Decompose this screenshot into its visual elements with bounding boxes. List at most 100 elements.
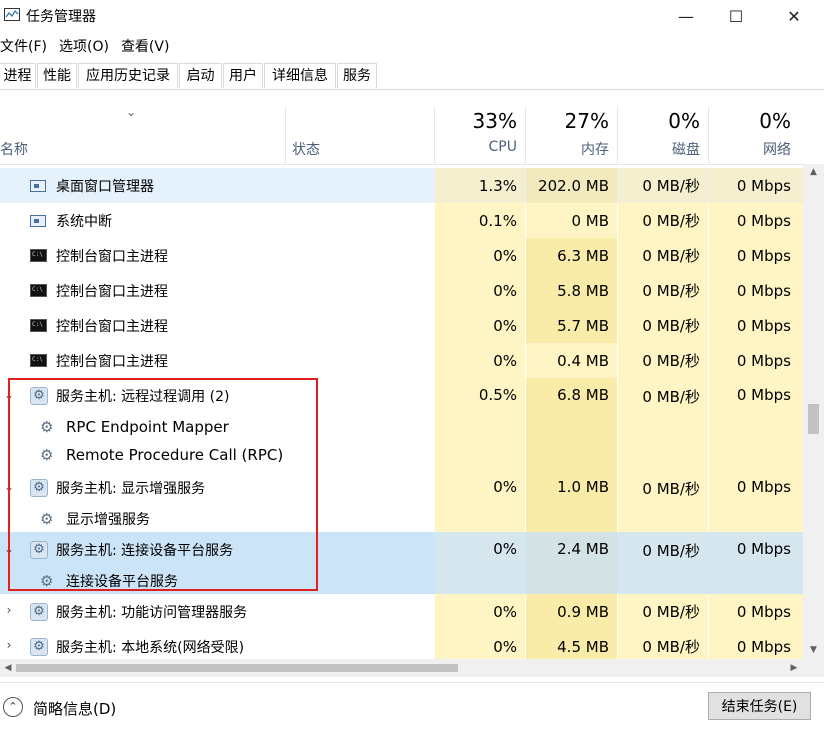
process-name: 控制台窗口主进程 <box>56 248 168 265</box>
memory-cell: 5.7 MB <box>526 308 617 343</box>
service-item[interactable]: ⚙ 显示增强服务 <box>40 505 150 533</box>
collapse-chevron-icon[interactable]: ⌄ <box>3 542 15 556</box>
disk-cell: 0 MB/秒 <box>618 238 708 273</box>
process-group: ⌄ ⚙ 服务主机: 远程过程调用 (2) ⚙ RPC Endpoint Mapper… <box>0 378 803 470</box>
service-name: 连接设备平台服务 <box>66 574 178 590</box>
process-name: 控制台窗口主进程 <box>56 353 168 370</box>
expand-chevron-icon[interactable]: › <box>3 638 15 652</box>
memory-cell: 4.5 MB <box>526 629 617 659</box>
console-icon: C:\ <box>30 249 47 262</box>
process-row[interactable]: 桌面窗口管理器 1.3% 202.0 MB 0 MB/秒 0 Mbps <box>0 168 803 203</box>
memory-cell: 5.8 MB <box>526 273 617 308</box>
tab-app-history[interactable]: 应用历史记录 <box>78 63 178 88</box>
collapse-chevron-icon[interactable]: ⌄ <box>3 480 15 494</box>
sort-chevron-icon[interactable]: ⌄ <box>126 105 136 119</box>
process-group: ⌄ ⚙ 服务主机: 连接设备平台服务 ⚙ 连接设备平台服务 0% 2.4 MB 0 … <box>0 532 803 594</box>
service-item[interactable]: ⚙ RPC Endpoint Mapper <box>40 413 229 441</box>
network-cell: 0 Mbps <box>709 343 803 378</box>
disk-total-percent: 0% <box>668 109 700 133</box>
vertical-scroll-thumb[interactable] <box>808 404 819 434</box>
tab-details[interactable]: 详细信息 <box>264 63 336 88</box>
collapse-up-icon[interactable]: ⌃ <box>3 697 23 717</box>
cpu-cell: 1.3% <box>435 168 525 203</box>
process-row[interactable]: › ⚙ 服务主机: 功能访问管理器服务 0% 0.9 MB 0 MB/秒 0 Mb… <box>0 594 803 629</box>
menu-options[interactable]: 选项(O) <box>59 36 109 58</box>
title-bar: 任务管理器 — ☐ ✕ <box>0 0 824 32</box>
end-task-button[interactable]: 结束任务(E) <box>708 692 811 720</box>
network-cell: 0 Mbps <box>709 273 803 308</box>
tab-performance[interactable]: 性能 <box>37 63 77 88</box>
process-name: 控制台窗口主进程 <box>56 283 168 300</box>
tab-services[interactable]: 服务 <box>337 63 377 88</box>
tab-startup[interactable]: 启动 <box>179 63 222 88</box>
column-disk-header[interactable]: 0% 磁盘 <box>618 89 708 164</box>
service-name: 显示增强服务 <box>66 512 150 528</box>
network-cell: 0 Mbps <box>709 378 803 470</box>
process-row[interactable]: 系统中断 0.1% 0 MB 0 MB/秒 0 Mbps <box>0 203 803 238</box>
process-name: 服务主机: 远程过程调用 (2) <box>56 388 230 405</box>
scroll-up-arrow-icon[interactable]: ▲ <box>803 164 824 181</box>
cpu-cell: 0.5% <box>435 378 525 470</box>
console-icon: C:\ <box>30 319 47 332</box>
collapse-chevron-icon[interactable]: ⌄ <box>3 388 15 402</box>
service-gears-icon: ⚙ <box>40 572 54 590</box>
process-row[interactable]: C:\ 控制台窗口主进程 0% 0.4 MB 0 MB/秒 0 Mbps <box>0 343 803 378</box>
column-name-header[interactable]: 名称 <box>0 139 28 159</box>
minimize-button[interactable]: — <box>660 0 712 32</box>
column-cpu-header[interactable]: 33% CPU <box>435 89 525 164</box>
fewer-details-link[interactable]: 简略信息(D) <box>33 698 116 719</box>
process-row[interactable]: C:\ 控制台窗口主进程 0% 6.3 MB 0 MB/秒 0 Mbps <box>0 238 803 273</box>
process-name: 桌面窗口管理器 <box>56 178 154 195</box>
process-row[interactable]: C:\ 控制台窗口主进程 0% 5.7 MB 0 MB/秒 0 Mbps <box>0 308 803 343</box>
menu-file[interactable]: 文件(F) <box>0 36 47 58</box>
service-gears-icon: ⚙ <box>40 446 54 464</box>
process-list: 桌面窗口管理器 1.3% 202.0 MB 0 MB/秒 0 Mbps 系统中断… <box>0 165 803 659</box>
disk-label: 磁盘 <box>672 142 700 158</box>
menu-view[interactable]: 查看(V) <box>121 36 170 58</box>
tab-users[interactable]: 用户 <box>223 63 263 88</box>
process-row[interactable]: C:\ 控制台窗口主进程 0% 5.8 MB 0 MB/秒 0 Mbps <box>0 273 803 308</box>
console-icon: C:\ <box>30 284 47 297</box>
column-divider <box>285 107 286 163</box>
memory-cell: 0 MB <box>526 203 617 238</box>
horizontal-scroll-thumb[interactable] <box>16 664 458 672</box>
service-item[interactable]: ⚙ Remote Procedure Call (RPC) <box>40 441 283 469</box>
disk-cell: 0 MB/秒 <box>618 629 708 659</box>
memory-cell: 6.3 MB <box>526 238 617 273</box>
horizontal-scrollbar[interactable]: ◀ ▶ <box>0 659 803 677</box>
process-row[interactable]: › ⚙ 服务主机: 本地系统(网络受限) 0% 4.5 MB 0 MB/秒 0 M… <box>0 629 803 659</box>
cpu-cell: 0% <box>435 273 525 308</box>
scroll-right-arrow-icon[interactable]: ▶ <box>786 659 802 677</box>
process-group: ⌄ ⚙ 服务主机: 显示增强服务 ⚙ 显示增强服务 0% 1.0 MB 0 MB/秒… <box>0 470 803 532</box>
column-network-header[interactable]: 0% 网络 <box>709 89 803 164</box>
window-title: 任务管理器 <box>26 9 96 25</box>
network-cell: 0 Mbps <box>709 532 803 594</box>
network-cell: 0 Mbps <box>709 308 803 343</box>
scroll-down-arrow-icon[interactable]: ▼ <box>803 642 824 659</box>
maximize-button[interactable]: ☐ <box>710 0 762 32</box>
disk-cell: 0 MB/秒 <box>618 378 708 470</box>
service-host-icon: ⚙ <box>30 602 48 621</box>
vertical-scrollbar[interactable]: ▲ ▼ <box>803 164 824 659</box>
expand-chevron-icon[interactable]: › <box>3 603 15 617</box>
service-host-icon: ⚙ <box>30 386 48 405</box>
process-name: 服务主机: 连接设备平台服务 <box>56 542 234 559</box>
column-status-header[interactable]: 状态 <box>292 139 320 159</box>
network-total-percent: 0% <box>759 109 791 133</box>
tab-strip: 进程 性能 应用历史记录 启动 用户 详细信息 服务 <box>0 63 824 90</box>
network-label: 网络 <box>763 142 791 158</box>
memory-cell: 1.0 MB <box>526 470 617 532</box>
footer-bar: ⌃ 简略信息(D) <box>0 682 824 736</box>
network-cell: 0 Mbps <box>709 594 803 629</box>
column-memory-header[interactable]: 27% 内存 <box>526 89 617 164</box>
scroll-left-arrow-icon[interactable]: ◀ <box>0 659 16 677</box>
service-name: RPC Endpoint Mapper <box>66 418 229 436</box>
disk-cell: 0 MB/秒 <box>618 308 708 343</box>
service-host-icon: ⚙ <box>30 637 48 656</box>
service-item[interactable]: ⚙ 连接设备平台服务 <box>40 567 178 595</box>
network-cell: 0 Mbps <box>709 203 803 238</box>
tab-processes[interactable]: 进程 <box>0 63 36 88</box>
close-button[interactable]: ✕ <box>768 0 820 32</box>
memory-cell: 0.9 MB <box>526 594 617 629</box>
disk-cell: 0 MB/秒 <box>618 168 708 203</box>
